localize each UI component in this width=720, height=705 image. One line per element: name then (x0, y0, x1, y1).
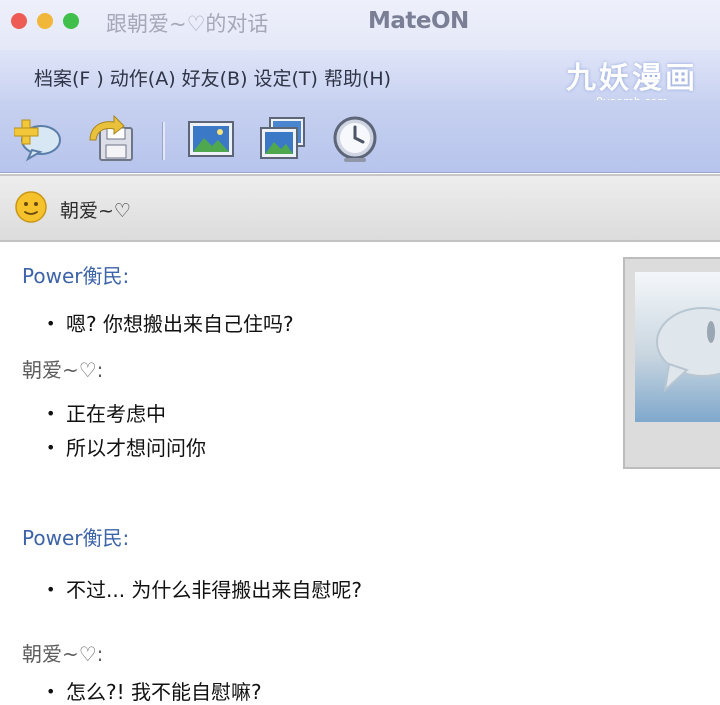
message-sender: Power衡民: (22, 526, 130, 550)
toolbar-separator (162, 122, 165, 160)
message-line: • 正在考虑中 (46, 402, 166, 426)
app-brand: MateON (368, 8, 469, 34)
contact-bar: 朝爱~♡ (0, 174, 720, 242)
add-contact-icon (13, 119, 61, 162)
menu-action[interactable]: 动作(A) (110, 64, 176, 91)
message-line: • 怎么?! 我不能自慰嘛? (46, 680, 262, 704)
send-pictures-button[interactable] (258, 114, 308, 164)
send-picture-button[interactable] (186, 114, 236, 164)
menu-settings[interactable]: 设定(T) (254, 64, 318, 91)
pictures-icon (260, 117, 305, 159)
toolbar (0, 100, 720, 173)
clock-icon (333, 116, 377, 162)
chat-transcript: Power衡民: • 嗯? 你想搬出来自己住吗? 朝爱~♡: • 正在考虑中 • 所以… (0, 240, 620, 704)
picture-icon (188, 121, 234, 157)
window-title: 跟朝爱~♡的对话 (106, 12, 269, 36)
watermark-title: 九妖漫画 (566, 61, 698, 96)
smiley-icon (15, 191, 47, 223)
send-file-icon (89, 114, 133, 161)
message-line: • 所以才想问问你 (46, 436, 206, 460)
menu-file[interactable]: 档案(F ) (34, 64, 104, 91)
close-window-button[interactable] (11, 13, 27, 29)
history-button[interactable] (330, 114, 380, 164)
message-sender: Power衡民: (22, 264, 130, 288)
message-sender: 朝爱~♡: (22, 358, 104, 382)
minimize-window-button[interactable] (37, 13, 53, 29)
menu-help[interactable]: 帮助(H) (324, 64, 391, 91)
message-line: • 嗯? 你想搬出来自己住吗? (46, 312, 294, 336)
add-contact-button[interactable] (13, 114, 64, 164)
message-sender: 朝爱~♡: (22, 642, 104, 666)
avatar-bubble-icon (656, 307, 720, 393)
title-bar: 跟朝爱~♡的对话 MateON (0, 0, 720, 50)
menu-friends[interactable]: 好友(B) (182, 64, 248, 91)
zoom-window-button[interactable] (63, 13, 79, 29)
avatar[interactable] (635, 272, 720, 422)
contact-name: 朝爱~♡ (60, 200, 131, 222)
contact-avatar-frame (623, 257, 720, 469)
message-line: • 不过... 为什么非得搬出来自慰呢? (46, 578, 363, 602)
send-file-button[interactable] (86, 114, 136, 164)
